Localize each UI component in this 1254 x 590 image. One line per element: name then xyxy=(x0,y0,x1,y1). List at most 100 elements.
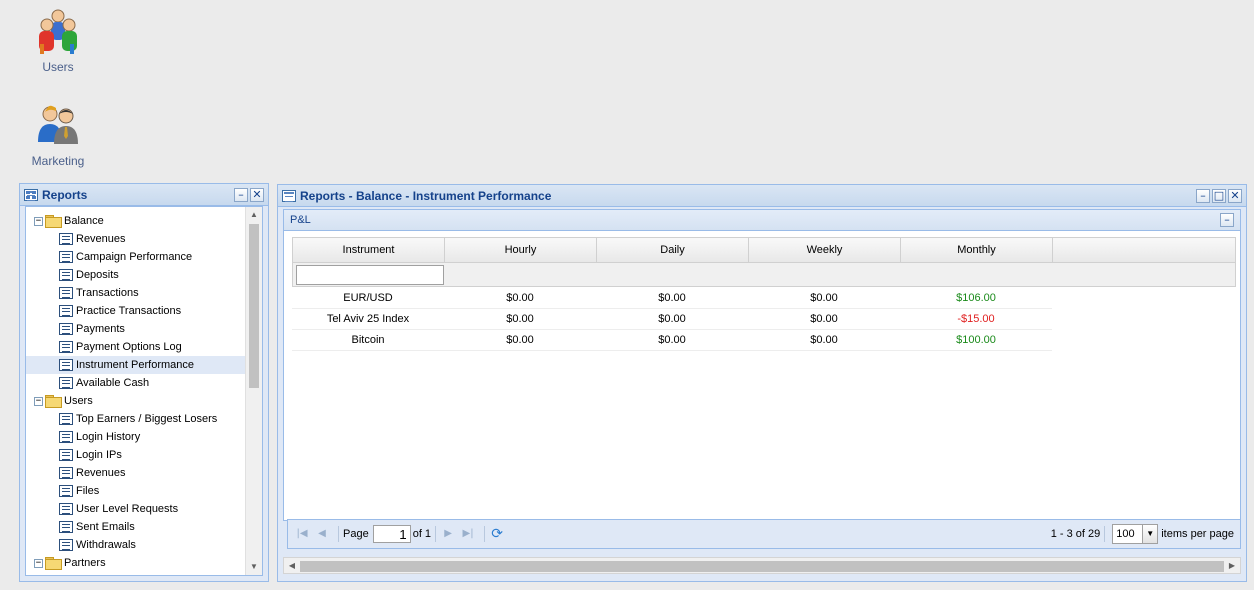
minimize-button[interactable]: – xyxy=(234,187,248,202)
tree-report-node[interactable]: Instrument Performance xyxy=(26,356,245,374)
close-button[interactable]: ✕ xyxy=(250,187,264,202)
report-icon xyxy=(59,233,73,245)
pl-grid: Instrument Hourly Daily Weekly Monthly EUR/U… xyxy=(283,231,1241,521)
collapse-toggle-icon[interactable]: − xyxy=(34,558,43,568)
cell-weekly: $0.00 xyxy=(810,313,838,325)
scroll-up-icon[interactable]: ▲ xyxy=(246,207,262,223)
marketing-people-icon xyxy=(34,102,82,150)
tree-report-node[interactable]: Login History xyxy=(26,428,245,446)
next-page-icon[interactable]: ▶ xyxy=(440,526,456,542)
cell-monthly: -$15.00 xyxy=(957,313,995,325)
tree-report-node[interactable]: Revenues xyxy=(26,464,245,482)
hscroll-thumb[interactable] xyxy=(300,561,1224,572)
tree-report-node[interactable]: Revenues xyxy=(26,230,245,248)
chevron-down-icon[interactable]: ▼ xyxy=(1142,525,1158,543)
tree-vertical-scrollbar[interactable]: ▲ ▼ xyxy=(245,207,262,575)
tree-report-node[interactable]: Available Cash xyxy=(26,374,245,392)
page-label: Page xyxy=(343,528,369,540)
tree-folder-node[interactable]: − Partners xyxy=(26,554,245,572)
page-number-input[interactable] xyxy=(372,525,411,543)
report-icon xyxy=(59,413,73,425)
collapse-section-button[interactable]: – xyxy=(1220,213,1234,227)
close-icon: ✕ xyxy=(1230,188,1240,202)
tree-node-label: Users xyxy=(64,395,93,407)
tree-report-node[interactable]: Payments xyxy=(26,320,245,338)
tree-report-node[interactable]: Transactions xyxy=(26,284,245,302)
instrument-filter-input[interactable] xyxy=(296,265,444,285)
tree-report-node[interactable]: Sent Emails xyxy=(26,518,245,536)
refresh-icon[interactable]: ⟳ xyxy=(489,526,505,542)
column-header[interactable]: Instrument xyxy=(293,238,445,262)
marketing-desktop-icon[interactable]: Marketing xyxy=(18,102,98,168)
grid-rows: EUR/USD $0.00 $0.00 $0.00 $106.00 Tel Aviv 25… xyxy=(292,288,1052,351)
window-close-button[interactable]: ✕ xyxy=(1228,188,1242,203)
report-icon xyxy=(59,287,73,299)
report-icon xyxy=(59,323,73,335)
column-header[interactable]: Monthly xyxy=(901,238,1053,262)
pl-section-header: P&L – xyxy=(283,209,1241,231)
tree-node-label: Login IPs xyxy=(76,449,122,461)
last-page-icon[interactable]: ▶| xyxy=(460,526,476,542)
folder-icon xyxy=(45,395,62,408)
tree-report-node[interactable]: Campaign Performance xyxy=(26,248,245,266)
cell-instrument: EUR/USD xyxy=(343,292,393,304)
per-page-select[interactable]: 100 ▼ xyxy=(1112,524,1159,544)
scroll-thumb[interactable] xyxy=(249,224,259,388)
minimize-icon: – xyxy=(238,187,244,201)
separator xyxy=(484,526,486,542)
tree-report-node[interactable]: Withdrawals xyxy=(26,536,245,554)
scroll-down-icon[interactable]: ▼ xyxy=(246,559,262,575)
cell-weekly: $0.00 xyxy=(810,334,838,346)
users-group-icon xyxy=(34,8,82,56)
report-icon xyxy=(59,449,73,461)
users-desktop-icon[interactable]: Users xyxy=(18,8,98,74)
horizontal-scrollbar[interactable]: ◀ ▶ xyxy=(283,557,1241,574)
table-row[interactable]: Tel Aviv 25 Index $0.00 $0.00 $0.00 -$15.00 xyxy=(292,309,1052,330)
cell-daily: $0.00 xyxy=(658,292,686,304)
cell-hourly: $0.00 xyxy=(506,313,534,325)
report-icon xyxy=(59,269,73,281)
cell-monthly: $106.00 xyxy=(956,292,996,304)
collapse-toggle-icon[interactable]: − xyxy=(34,216,43,226)
report-icon xyxy=(59,539,73,551)
tree-list: − Balance Revenues Campaign Performance Depo… xyxy=(26,207,245,575)
prev-page-icon[interactable]: ◀ xyxy=(314,526,330,542)
cell-instrument: Bitcoin xyxy=(351,334,385,346)
tree-report-node[interactable]: Files xyxy=(26,482,245,500)
table-row[interactable]: EUR/USD $0.00 $0.00 $0.00 $106.00 xyxy=(292,288,1052,309)
tree-report-node[interactable]: Payment Options Log xyxy=(26,338,245,356)
cell-hourly: $0.00 xyxy=(506,334,534,346)
tree-node-label: Sent Emails xyxy=(76,521,135,533)
tree-report-node[interactable]: Deposits xyxy=(26,266,245,284)
report-icon xyxy=(59,341,73,353)
window-minimize-button[interactable]: – xyxy=(1196,188,1210,203)
cell-weekly: $0.00 xyxy=(810,292,838,304)
scroll-right-icon[interactable]: ▶ xyxy=(1224,558,1240,573)
scroll-left-icon[interactable]: ◀ xyxy=(284,558,300,573)
tree-node-label: Deposits xyxy=(76,269,119,281)
tree-node-label: Withdrawals xyxy=(76,539,136,551)
window-header: Reports - Balance - Instrument Performan… xyxy=(278,185,1246,207)
tree-folder-node[interactable]: − Users xyxy=(26,392,245,410)
tree-folder-node[interactable]: − Balance xyxy=(26,212,245,230)
tree-report-node[interactable]: Top Earners / Biggest Losers xyxy=(26,410,245,428)
grid-header-row: Instrument Hourly Daily Weekly Monthly xyxy=(292,237,1236,263)
column-header[interactable]: Hourly xyxy=(445,238,597,262)
first-page-icon[interactable]: |◀ xyxy=(294,526,310,542)
folder-icon xyxy=(45,557,62,570)
table-row[interactable]: Bitcoin $0.00 $0.00 $0.00 $100.00 xyxy=(292,330,1052,351)
tree-node-label: Instrument Performance xyxy=(76,359,194,371)
tree-report-node[interactable]: Practice Transactions xyxy=(26,302,245,320)
column-header[interactable]: Weekly xyxy=(749,238,901,262)
tree-report-node[interactable]: Login IPs xyxy=(26,446,245,464)
column-header[interactable]: Daily xyxy=(597,238,749,262)
collapse-toggle-icon[interactable]: − xyxy=(34,396,43,406)
reports-tree: − Balance Revenues Campaign Performance Depo… xyxy=(25,206,263,576)
report-icon xyxy=(59,377,73,389)
reports-panel-title: Reports xyxy=(42,187,88,202)
users-desktop-label: Users xyxy=(42,60,74,74)
tree-report-node[interactable]: User Level Requests xyxy=(26,500,245,518)
window-maximize-button[interactable]: □ xyxy=(1212,188,1226,203)
filter-row xyxy=(292,263,1236,287)
tree-node-label: User Level Requests xyxy=(76,503,179,515)
